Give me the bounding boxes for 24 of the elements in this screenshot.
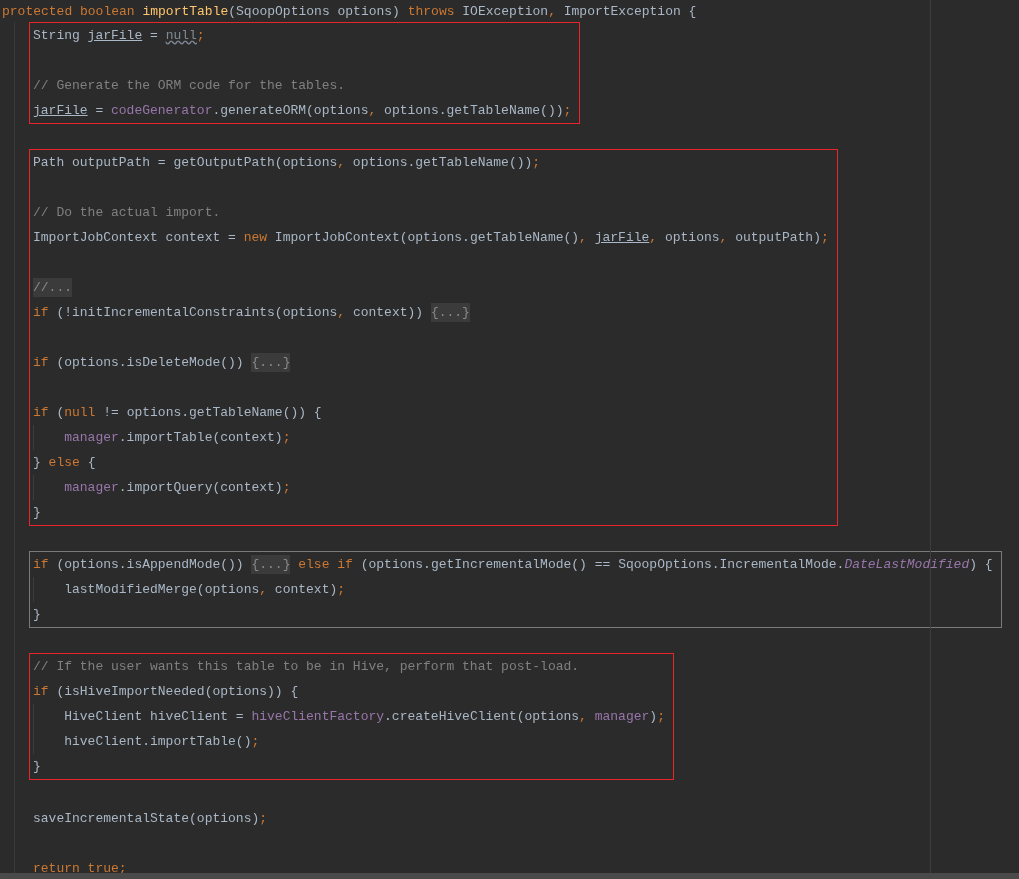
code-line: ImportJobContext context = new ImportJobContext(options.getTableName(), jarFile, options, outputPath);	[33, 230, 829, 245]
code-line: if (null != options.getTableName()) {	[33, 405, 322, 420]
code-line: if (options.isDeleteMode()) {...}	[33, 353, 291, 372]
code-line: manager.importQuery(context);	[64, 480, 291, 495]
code-line: Path outputPath = getOutputPath(options, options.getTableName());	[33, 155, 541, 170]
code-line: String jarFile = null;	[33, 28, 205, 43]
code-line: if (options.isAppendMode()) {...} else if (options.getIncrementalMode() == SqoopOptions.IncrementalMode.DateLastModified) {	[33, 555, 993, 574]
code-line: if (!initIncrementalConstraints(options, context)) {...}	[33, 303, 470, 322]
code-line: if (isHiveImportNeeded(options)) {	[33, 684, 299, 699]
code-line: } else {	[33, 455, 96, 470]
code-line: jarFile = codeGenerator.generateORM(options, options.getTableName());	[33, 103, 572, 118]
code-line: }	[33, 759, 41, 774]
code-line: saveIncrementalState(options);	[33, 811, 268, 826]
code-line: protected boolean importTable(SqoopOptions options) throws IOException, ImportException {	[1, 3, 698, 21]
code-line: // Do the actual import.	[33, 205, 221, 220]
horizontal-scrollbar[interactable]	[0, 873, 1019, 879]
code-line: lastModifiedMerge(options, context);	[64, 582, 346, 597]
code-line: }	[33, 607, 41, 622]
code-line: // Generate the ORM code for the tables.	[33, 78, 346, 93]
code-line: HiveClient hiveClient = hiveClientFactory.createHiveClient(options, manager);	[64, 709, 665, 724]
code-line: manager.importTable(context);	[64, 430, 291, 445]
code-line: }	[33, 505, 41, 520]
code-line: hiveClient.importTable();	[64, 734, 260, 749]
code-line: // If the user wants this table to be in Hive, perform that post-load.	[33, 659, 580, 674]
